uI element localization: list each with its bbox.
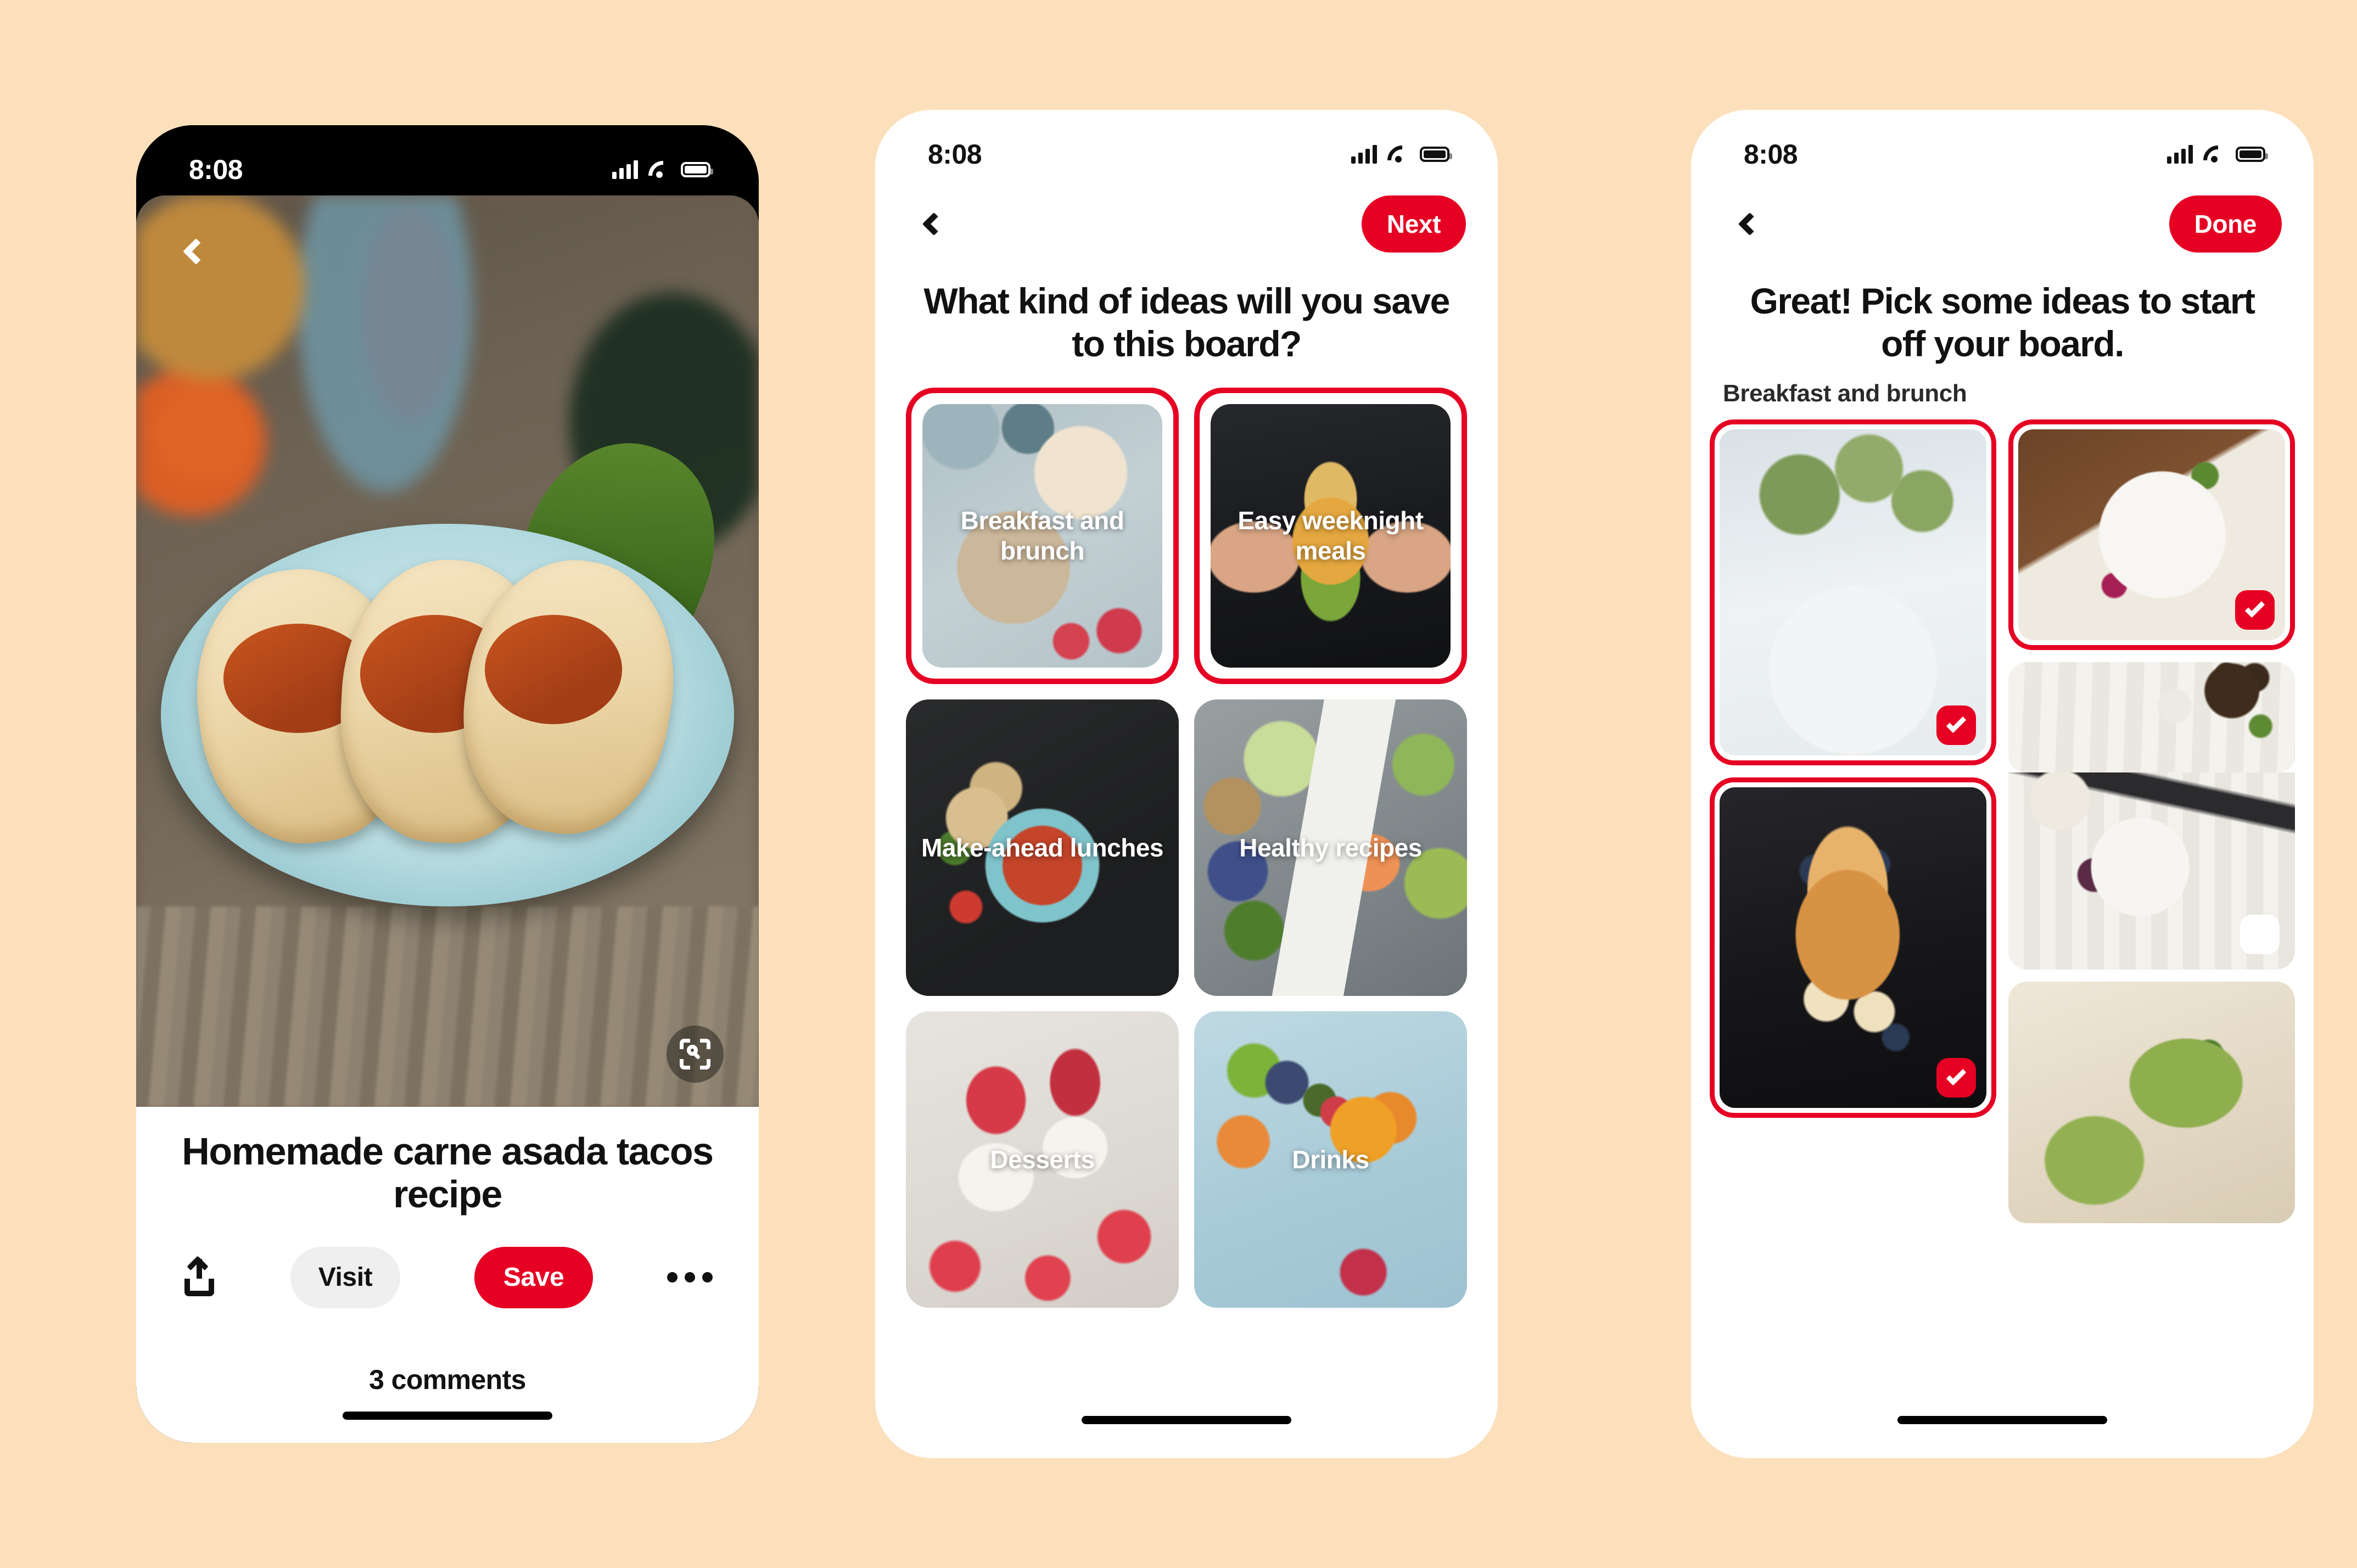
- selected-check-badge[interactable]: [2235, 590, 2275, 630]
- signal-bars-icon: [1351, 145, 1377, 164]
- pin-column-left: [1710, 419, 1996, 1223]
- comments-count-label: 3 comments: [369, 1364, 526, 1395]
- battery-icon: [681, 162, 713, 177]
- done-button[interactable]: Done: [2169, 195, 2282, 253]
- home-indicator: [343, 1412, 552, 1420]
- phone-2-board-topics: 8:08 Next What kind of ideas will you sa…: [875, 110, 1498, 1458]
- topic-tile-make-ahead-lunches[interactable]: Make-ahead lunches: [906, 699, 1179, 996]
- topic-grid: Breakfast and brunch Easy weeknight meal…: [875, 366, 1498, 1308]
- share-icon[interactable]: [182, 1258, 216, 1296]
- check-icon: [2244, 597, 2265, 618]
- topic-tile-label: Drinks: [1292, 1145, 1369, 1174]
- pin-info: Homemade carne asada tacos recipe Visit …: [136, 1107, 759, 1308]
- home-indicator: [1897, 1416, 2107, 1424]
- back-button[interactable]: [168, 226, 219, 277]
- back-button[interactable]: [1726, 203, 1768, 245]
- topic-tile-desserts[interactable]: Desserts: [906, 1011, 1179, 1308]
- wifi-icon: [1386, 145, 1410, 164]
- nav-bar: Done: [1691, 180, 2314, 268]
- next-button[interactable]: Next: [1361, 195, 1466, 253]
- selected-check-badge[interactable]: [1936, 1057, 1976, 1097]
- pin-hero-image: [136, 195, 759, 1107]
- topic-tile-easy-weeknight-meals[interactable]: Easy weeknight meals: [1194, 387, 1467, 684]
- visit-button[interactable]: Visit: [290, 1246, 400, 1308]
- ellipsis-icon[interactable]: [667, 1272, 713, 1283]
- pin-image-top: [2008, 662, 2295, 773]
- status-bar: 8:08: [1691, 110, 2314, 180]
- idea-pin-grid: [1691, 407, 2314, 1223]
- pin-egg-toast-flowers[interactable]: [2008, 419, 2295, 650]
- pin-pancakes-blueberries[interactable]: [1710, 419, 1996, 765]
- unselected-check-badge[interactable]: [2240, 914, 2280, 954]
- signal-bars-icon: [2167, 145, 2193, 164]
- back-button[interactable]: [910, 203, 952, 245]
- topic-tile-label: Make-ahead lunches: [921, 833, 1163, 862]
- check-icon: [1946, 713, 1967, 733]
- battery-icon: [1420, 147, 1452, 162]
- status-time: 8:08: [189, 154, 243, 185]
- visual-search-icon: [680, 1039, 710, 1069]
- topic-tile-healthy-recipes[interactable]: Healthy recipes: [1194, 699, 1467, 996]
- save-button[interactable]: Save: [474, 1246, 593, 1308]
- screenshot-canvas: 8:08 Homemade carne asada tacos recipe V…: [0, 0, 2357, 1568]
- topic-tile-label: Breakfast and brunch: [960, 506, 1124, 565]
- topic-tile-drinks[interactable]: Drinks: [1194, 1011, 1467, 1308]
- chevron-left-icon: [1738, 212, 1761, 236]
- chevron-left-icon: [182, 238, 210, 265]
- selected-check-badge[interactable]: [1936, 705, 1976, 745]
- pin-french-toast-banana[interactable]: [1710, 777, 1996, 1118]
- topic-tile-label: Healthy recipes: [1239, 833, 1422, 862]
- wifi-icon: [2202, 145, 2226, 164]
- topic-tile-label: Easy weeknight meals: [1238, 506, 1424, 565]
- chevron-left-icon: [922, 212, 945, 236]
- status-time: 8:08: [1744, 139, 1798, 170]
- comments-sheet[interactable]: 3 comments: [136, 1341, 759, 1443]
- status-time: 8:08: [928, 139, 982, 170]
- check-icon: [1946, 1065, 1967, 1086]
- nav-bar: Next: [875, 180, 1498, 268]
- visual-search-button[interactable]: [667, 1026, 724, 1083]
- pin-avocado-boats[interactable]: [2008, 981, 2295, 1223]
- pin-action-bar: Visit Save: [166, 1216, 729, 1308]
- status-bar: 8:08: [875, 110, 1498, 180]
- page-title: What kind of ideas will you save to this…: [923, 281, 1450, 364]
- wifi-icon: [647, 160, 671, 179]
- pin-card: Homemade carne asada tacos recipe Visit …: [136, 195, 759, 1397]
- pin-title: Homemade carne asada tacos recipe: [182, 1130, 714, 1216]
- page-title: Great! Pick some ideas to start off your…: [1750, 281, 2255, 364]
- pin-column-right: [2008, 419, 2295, 1223]
- signal-bars-icon: [612, 160, 638, 179]
- pin-coffee-salad-egg[interactable]: [2008, 662, 2295, 970]
- phone-3-pick-ideas: 8:08 Done Great! Pick some ideas to star…: [1691, 110, 2314, 1458]
- status-bar: 8:08: [136, 125, 759, 195]
- topic-tile-breakfast-and-brunch[interactable]: Breakfast and brunch: [906, 387, 1179, 684]
- phone-1-pin-detail: 8:08 Homemade carne asada tacos recipe V…: [136, 125, 759, 1443]
- topic-tile-label: Desserts: [990, 1145, 1095, 1174]
- pin-image: [2008, 981, 2295, 1223]
- battery-icon: [2236, 147, 2268, 162]
- section-header: Breakfast and brunch: [1723, 379, 1967, 407]
- home-indicator: [1082, 1416, 1291, 1424]
